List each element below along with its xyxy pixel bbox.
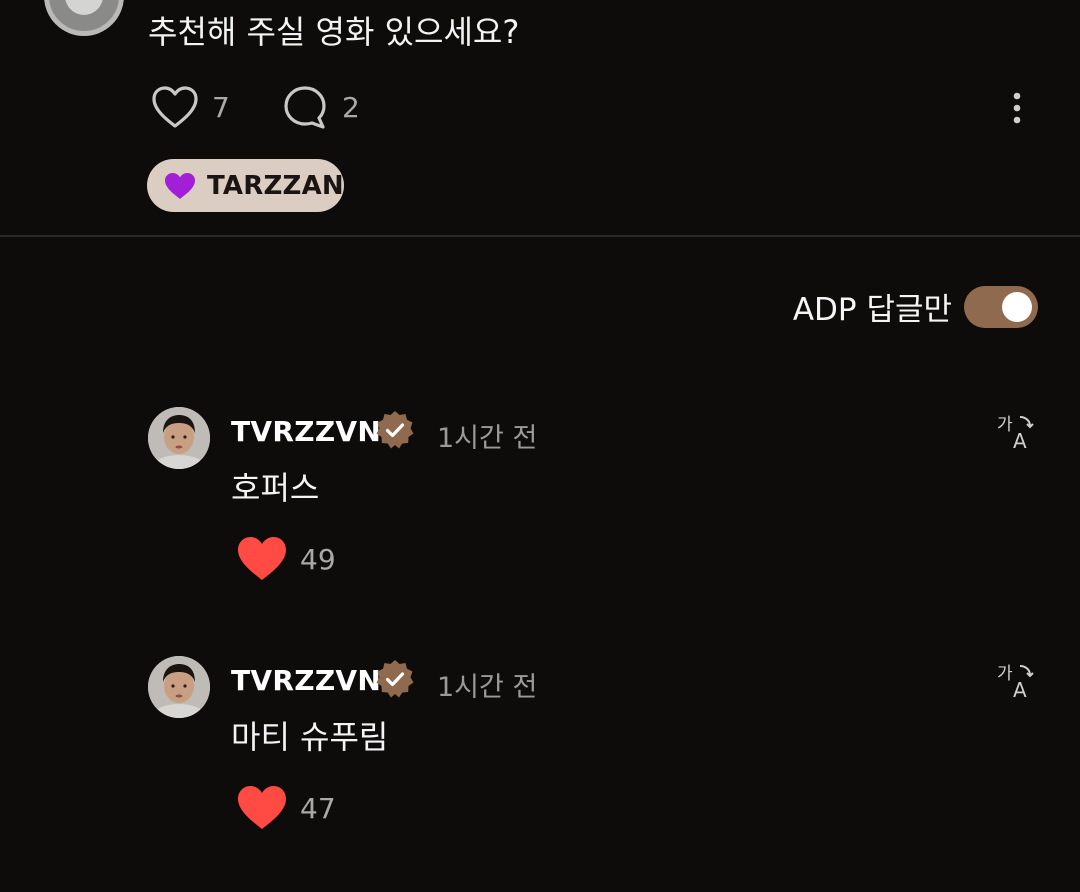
- reply-like-button[interactable]: 49: [236, 535, 336, 583]
- reply-item: TVRZZVN 1시간 전 가 A 마티 슈푸림 47: [0, 656, 1080, 856]
- reply-like-count: 47: [300, 791, 336, 825]
- reply-item: TVRZZVN 1시간 전 가 A 호퍼스 49: [0, 407, 1080, 607]
- translate-icon[interactable]: 가 A: [996, 660, 1036, 700]
- post-like-button[interactable]: 7: [150, 82, 230, 132]
- post-text: 추천해 주실 영화 있으세요?: [148, 13, 520, 51]
- heart-outline-icon: [152, 86, 198, 128]
- reply-time: 1시간 전: [437, 672, 538, 703]
- thread-page: 추천해 주실 영화 있으세요? 7 2 TARZZAN ADP 답글만 TVRZ…: [0, 0, 1080, 892]
- verified-badge-icon: [376, 660, 414, 698]
- adp-replies-filter: ADP 답글만: [793, 284, 1038, 329]
- svg-text:A: A: [1013, 678, 1027, 700]
- adp-replies-toggle[interactable]: [964, 285, 1038, 328]
- more-options-icon[interactable]: [1000, 88, 1034, 128]
- reply-username[interactable]: TVRZZVN: [231, 664, 381, 697]
- child-photo-avatar: [148, 656, 210, 718]
- svg-text:가: 가: [997, 415, 1013, 435]
- heart-filled-icon: [238, 786, 286, 829]
- translate-icon[interactable]: 가 A: [996, 411, 1036, 451]
- post-comment-button[interactable]: 2: [280, 82, 360, 132]
- svg-text:가: 가: [997, 664, 1013, 684]
- heart-filled-icon: [238, 537, 286, 580]
- fandom-tag[interactable]: TARZZAN: [147, 159, 344, 212]
- purple-heart-icon: [165, 172, 195, 199]
- divider: [0, 235, 1080, 237]
- reply-text: 호퍼스: [231, 469, 320, 507]
- reply-like-button[interactable]: 47: [236, 784, 336, 832]
- reply-username[interactable]: TVRZZVN: [231, 415, 381, 448]
- toggle-knob: [1002, 291, 1032, 322]
- post-comment-count: 2: [342, 90, 360, 124]
- reply-like-count: 49: [300, 542, 336, 576]
- post-like-count: 7: [212, 90, 230, 124]
- post-author-avatar[interactable]: [44, 0, 124, 36]
- verified-badge-icon: [376, 411, 414, 449]
- child-photo-avatar: [148, 407, 210, 469]
- fandom-tag-label: TARZZAN: [207, 170, 344, 201]
- reply-time: 1시간 전: [437, 423, 538, 454]
- svg-text:A: A: [1013, 429, 1027, 451]
- post-actions: 7 2: [150, 82, 1050, 132]
- reply-author-avatar[interactable]: [148, 407, 210, 469]
- adp-replies-filter-label: ADP 답글만: [792, 292, 952, 328]
- comment-bubble-icon: [284, 86, 326, 129]
- reply-text: 마티 슈푸림: [231, 718, 389, 756]
- reply-author-avatar[interactable]: [148, 656, 210, 718]
